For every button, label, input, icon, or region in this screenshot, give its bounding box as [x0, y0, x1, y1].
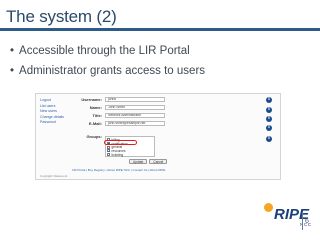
email-field[interactable]: john.smith@example.net	[105, 121, 165, 126]
username-row: Username: johns	[61, 97, 165, 102]
info-icon[interactable]: i	[266, 125, 272, 131]
username-label: Username:	[81, 97, 102, 102]
logo-divider	[302, 212, 303, 230]
embedded-screenshot: Logout List users New users Change detai…	[35, 93, 281, 180]
info-icon[interactable]: i	[266, 116, 272, 122]
title-label: Title:	[92, 113, 102, 118]
title-rule	[0, 28, 320, 31]
email-label: E-Mail:	[88, 121, 102, 126]
groups-row: Groups:	[61, 134, 105, 139]
title-row: Title: Network Administrator	[61, 113, 165, 118]
slide-title: The system (2)	[6, 7, 117, 26]
bullet-list: Accessible through the LIR Portal Admini…	[10, 41, 205, 81]
info-icon[interactable]: i	[266, 107, 272, 113]
footer-links[interactable]: LIR Portal | Buy Registry | About RIPE N…	[72, 168, 165, 172]
cancel-button[interactable]: Cancel	[149, 159, 168, 164]
username-field[interactable]: johns	[105, 97, 165, 102]
group-option[interactable]: ticketing	[107, 153, 153, 157]
name-field[interactable]: John Smith	[105, 105, 165, 110]
page-number: 6	[305, 218, 309, 225]
footer-note[interactable]: Copyright Statement	[40, 174, 67, 178]
checkbox-checked-icon[interactable]	[107, 149, 110, 153]
bullet-item: Accessible through the LIR Portal	[10, 41, 205, 61]
bullet-item: Administrator grants access to users	[10, 61, 205, 81]
groups-label: Groups:	[86, 134, 102, 139]
email-row: E-Mail: john.smith@example.net	[61, 121, 165, 126]
name-label: Name:	[89, 105, 102, 110]
info-icon[interactable]: i	[266, 136, 272, 142]
title-field[interactable]: Network Administrator	[105, 113, 165, 118]
highlight-circle	[104, 139, 137, 145]
form-buttons: Update Cancel	[129, 159, 168, 164]
info-icon[interactable]: i	[266, 97, 272, 103]
update-button[interactable]: Update	[129, 159, 148, 164]
sun-icon	[264, 203, 273, 212]
name-row: Name: John Smith	[61, 105, 165, 110]
checkbox-icon[interactable]	[107, 153, 110, 157]
logo-name: RIPE	[274, 206, 310, 223]
checkbox-icon[interactable]	[107, 145, 110, 149]
